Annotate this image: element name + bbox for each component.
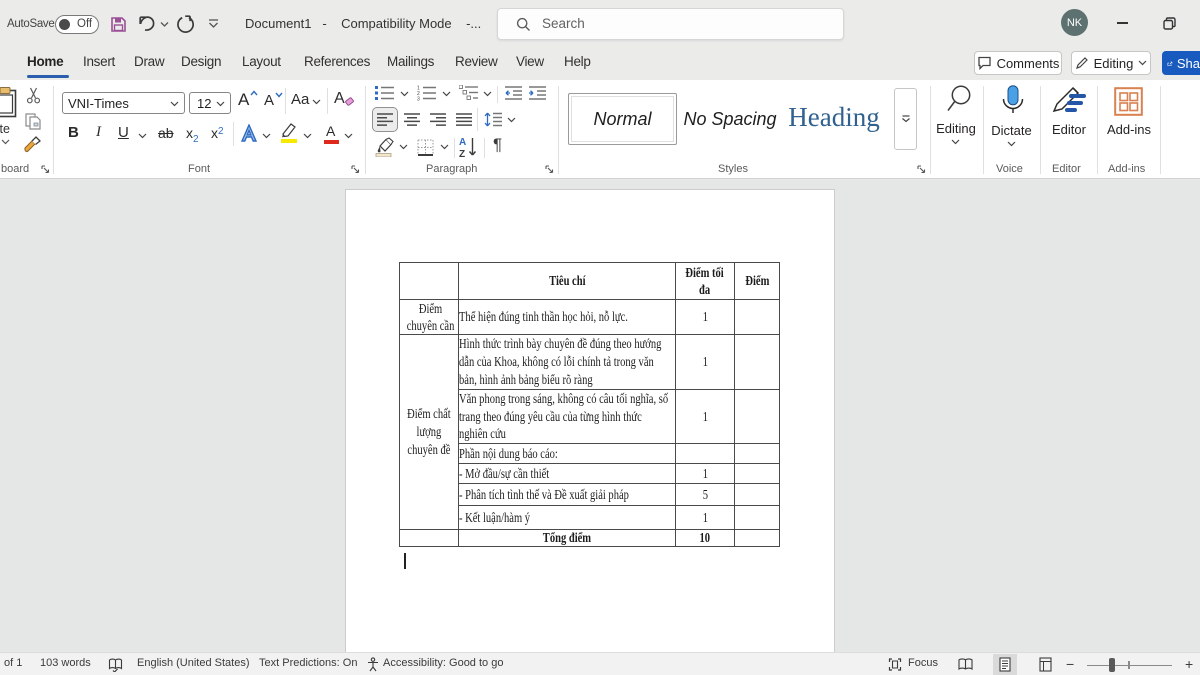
svg-text:A: A [459, 137, 466, 148]
svg-text:Z: Z [459, 149, 465, 158]
svg-text:3: 3 [417, 97, 420, 102]
